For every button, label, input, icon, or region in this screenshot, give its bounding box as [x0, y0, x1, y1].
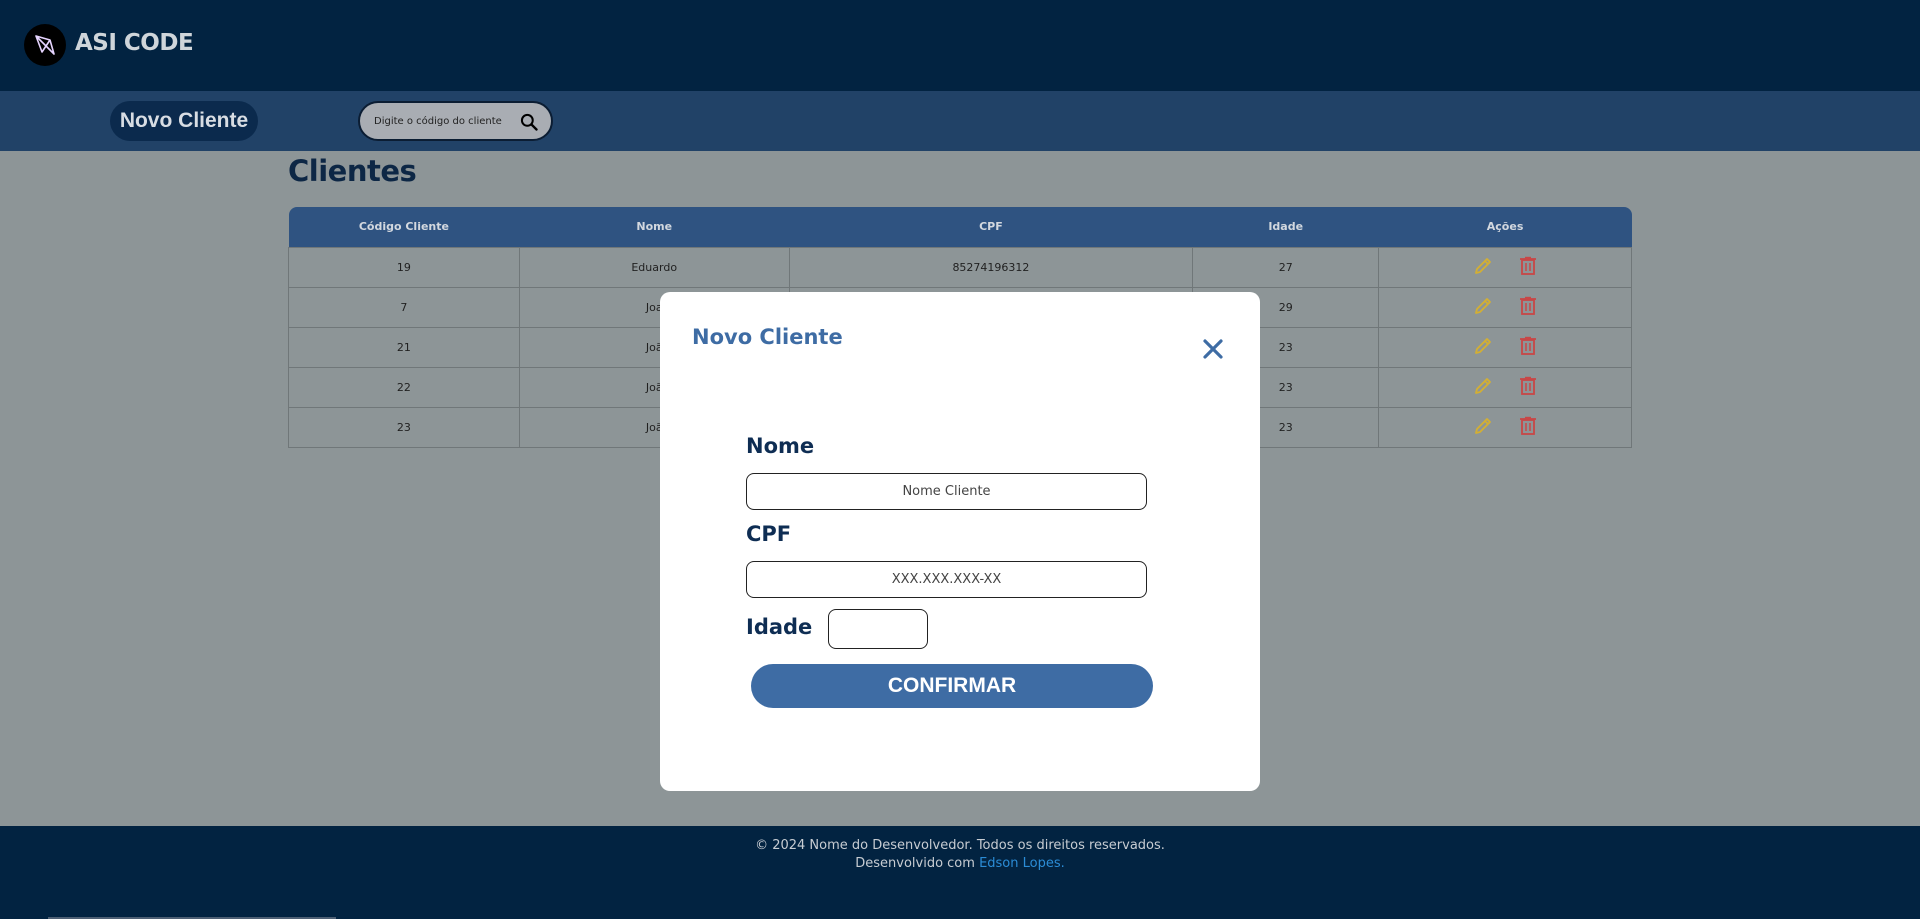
edit-pencil-icon[interactable]: [1473, 416, 1493, 436]
table-header-row: Código Cliente Nome CPF Idade Ações: [288, 207, 1632, 247]
confirm-button[interactable]: CONFIRMAR: [751, 664, 1153, 708]
cell-actions: [1378, 406, 1632, 448]
cell-actions: [1378, 326, 1632, 368]
cell-code: 7: [288, 286, 520, 328]
edit-pencil-icon[interactable]: [1473, 336, 1493, 356]
search-input[interactable]: [374, 115, 502, 127]
logo[interactable]: [24, 24, 66, 66]
search-box[interactable]: [358, 101, 553, 141]
cell-actions: [1378, 246, 1632, 288]
nav-bar: [0, 91, 1920, 151]
footer-copyright: © 2024 Nome do Desenvolvedor. Todos os d…: [755, 838, 1165, 853]
age-label: Idade: [746, 615, 813, 639]
column-header-actions: Ações: [1486, 220, 1524, 234]
paper-plane-icon: [35, 35, 55, 55]
column-header-cpf: CPF: [979, 220, 1003, 234]
delete-trash-icon[interactable]: [1519, 376, 1537, 396]
delete-trash-icon[interactable]: [1519, 416, 1537, 436]
brand-name: ASI CODE: [75, 30, 194, 56]
cpf-field[interactable]: [746, 561, 1147, 598]
top-header: ASI CODE: [0, 0, 1920, 91]
footer-credits: Desenvolvido com Edson Lopes.: [0, 856, 1920, 871]
age-field[interactable]: [828, 609, 928, 649]
edit-pencil-icon[interactable]: [1473, 256, 1493, 276]
table-row: 19 Eduardo 85274196312 27: [288, 246, 1632, 288]
new-client-modal: Novo Cliente Nome CPF Idade CONFIRMAR: [660, 292, 1260, 791]
cpf-label: CPF: [746, 522, 792, 546]
cell-age: 27: [1192, 246, 1380, 288]
cell-code: 22: [288, 366, 520, 408]
column-header-name: Nome: [636, 220, 673, 234]
cell-name: Eduardo: [518, 246, 790, 288]
new-client-button[interactable]: Novo Cliente: [110, 101, 258, 141]
delete-trash-icon[interactable]: [1519, 336, 1537, 356]
name-label: Nome: [746, 434, 815, 458]
cell-code: 19: [288, 246, 520, 288]
column-header-code: Código Cliente: [358, 220, 449, 234]
modal-title: Novo Cliente: [692, 325, 843, 349]
name-field[interactable]: [746, 473, 1147, 510]
close-icon[interactable]: [1202, 338, 1224, 360]
cell-code: 23: [288, 406, 520, 448]
edit-pencil-icon[interactable]: [1473, 296, 1493, 316]
cell-cpf: 85274196312: [788, 246, 1194, 288]
footer-dev-prefix: Desenvolvido com: [855, 856, 975, 871]
cell-actions: [1378, 286, 1632, 328]
edit-pencil-icon[interactable]: [1473, 376, 1493, 396]
cell-code: 21: [288, 326, 520, 368]
cell-actions: [1378, 366, 1632, 408]
search-icon[interactable]: [519, 112, 539, 132]
footer-dev-link[interactable]: Edson Lopes.: [979, 856, 1065, 871]
delete-trash-icon[interactable]: [1519, 296, 1537, 316]
column-header-age: Idade: [1268, 220, 1304, 234]
delete-trash-icon[interactable]: [1519, 256, 1537, 276]
page-title: Clientes: [288, 154, 417, 188]
